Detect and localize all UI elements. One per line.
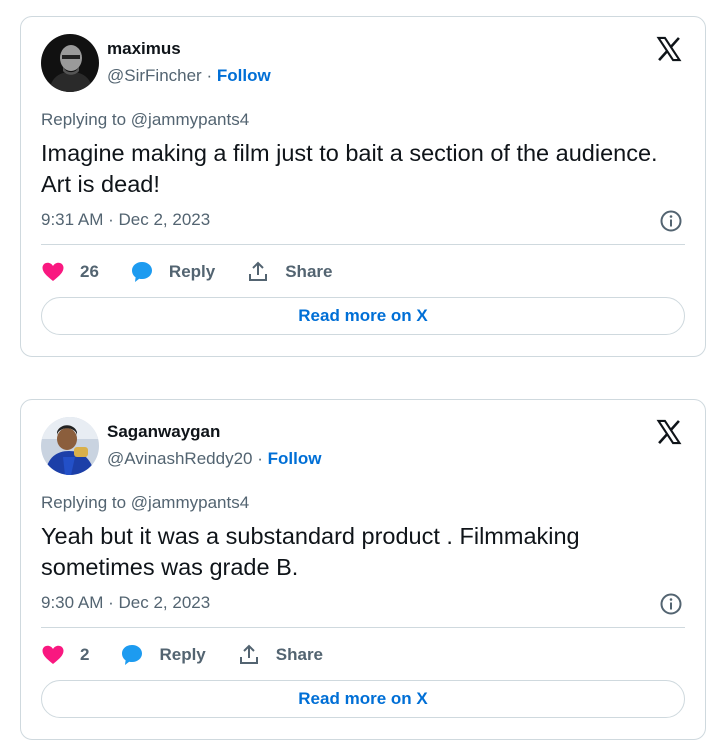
- x-logo-icon[interactable]: [655, 35, 683, 63]
- reply-bubble-icon: [122, 645, 143, 665]
- tweet-date: Dec 2, 2023: [118, 593, 211, 612]
- avatar[interactable]: [41, 34, 99, 92]
- read-more-button[interactable]: Read more on X: [41, 680, 685, 718]
- separator-dot: ·: [108, 593, 114, 612]
- share-icon: [239, 644, 258, 664]
- replying-handle[interactable]: @jammypants4: [131, 110, 249, 129]
- info-icon[interactable]: [659, 592, 683, 616]
- tweet-time: 9:30 AM: [41, 593, 104, 612]
- reply-button[interactable]: Reply: [120, 643, 206, 667]
- user-handle[interactable]: @AvinashReddy20: [107, 449, 252, 468]
- handle-row: @AvinashReddy20 · Follow: [107, 449, 321, 469]
- tweet-card[interactable]: Saganwaygan @AvinashReddy20 · Follow Rep…: [20, 399, 706, 740]
- share-label: Share: [285, 262, 333, 281]
- separator-dot: ·: [257, 449, 263, 468]
- divider: [41, 627, 685, 628]
- avatar[interactable]: [41, 417, 99, 475]
- person-avatar-blue-icon: [41, 417, 99, 475]
- like-count: 2: [80, 645, 90, 664]
- share-label: Share: [275, 645, 324, 664]
- follow-link[interactable]: Follow: [217, 66, 271, 85]
- display-name[interactable]: Saganwaygan: [107, 422, 220, 442]
- separator-dot: ·: [206, 66, 213, 85]
- share-icon: [249, 261, 268, 281]
- read-more-button[interactable]: Read more on X: [41, 297, 685, 335]
- action-bar: 2 Reply Share: [41, 641, 354, 669]
- reply-label: Reply: [159, 645, 206, 664]
- tweet-text: Yeah but it was a substandard product . …: [41, 523, 580, 580]
- like-count: 26: [80, 262, 99, 281]
- share-button[interactable]: Share: [246, 260, 332, 284]
- timestamp[interactable]: 9:30 AM · Dec 2, 2023: [41, 593, 210, 613]
- replying-to: Replying to @jammypants4: [41, 110, 249, 130]
- heart-icon: [42, 645, 64, 664]
- divider: [41, 244, 685, 245]
- x-logo-icon[interactable]: [655, 418, 683, 446]
- like-button[interactable]: 26: [41, 260, 99, 284]
- tweet-card[interactable]: maximus @SirFincher · Follow Replying to…: [20, 16, 706, 357]
- like-button[interactable]: 2: [41, 643, 89, 667]
- replying-handle[interactable]: @jammypants4: [131, 493, 249, 512]
- handle-row: @SirFincher · Follow: [107, 66, 271, 86]
- separator-dot: ·: [108, 210, 114, 229]
- replying-prefix: Replying to: [41, 493, 127, 512]
- timestamp[interactable]: 9:31 AM · Dec 2, 2023: [41, 210, 210, 230]
- replying-prefix: Replying to: [41, 110, 127, 129]
- heart-icon: [42, 262, 64, 281]
- action-bar: 26 Reply Share: [41, 258, 363, 286]
- reply-bubble-icon: [131, 262, 152, 282]
- tweet-text: Imagine making a film just to bait a sec…: [41, 140, 658, 197]
- reply-button[interactable]: Reply: [130, 260, 215, 284]
- tweet-date: Dec 2, 2023: [118, 210, 211, 229]
- follow-link[interactable]: Follow: [268, 449, 322, 468]
- replying-to: Replying to @jammypants4: [41, 493, 249, 513]
- user-handle[interactable]: @SirFincher: [107, 66, 202, 85]
- person-avatar-dark-icon: [41, 34, 99, 92]
- reply-label: Reply: [168, 262, 216, 281]
- display-name[interactable]: maximus: [107, 39, 181, 59]
- share-button[interactable]: Share: [237, 643, 323, 667]
- info-icon[interactable]: [659, 209, 683, 233]
- tweet-time: 9:31 AM: [41, 210, 104, 229]
